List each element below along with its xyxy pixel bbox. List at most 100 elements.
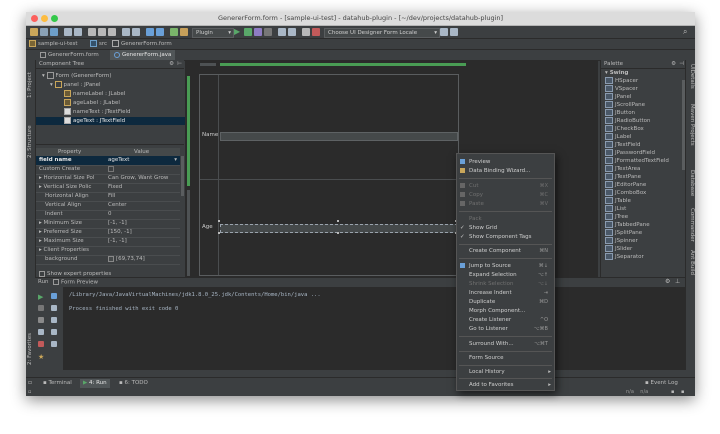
menu-item-data-binding-wizard[interactable]: Data Binding Wizard... [457, 167, 554, 175]
menu-item-copy[interactable]: Copy ⌘C [457, 191, 554, 199]
tab-terminal[interactable]: ▪ Terminal [40, 379, 75, 388]
menu-item-duplicate[interactable]: Duplicate ⌘D [457, 298, 554, 306]
tab-java[interactable]: GenererForm.java [110, 50, 176, 60]
tab-run[interactable]: ▶ 4: Run [80, 379, 110, 388]
paste-icon[interactable] [108, 28, 116, 36]
stop-icon[interactable] [38, 305, 44, 311]
form-panel[interactable]: Name Age [199, 74, 459, 276]
age-text-field[interactable] [220, 224, 458, 233]
menu-item-expand-selection[interactable]: Expand Selection ⌥↑ [457, 271, 554, 279]
palette-item[interactable]: VSpacer [605, 85, 638, 93]
row-marker[interactable] [187, 190, 190, 276]
structure-tool-tab[interactable]: 2: Structure [27, 125, 33, 158]
palette-item[interactable]: JScrollPane [605, 101, 645, 109]
palette-item[interactable]: JSplitPane [605, 229, 642, 237]
hide-panel-icon[interactable]: ⊢ [177, 60, 182, 68]
debug-icon[interactable] [244, 28, 252, 36]
pause-icon[interactable] [38, 317, 44, 323]
tab-todo[interactable]: ▪ 6: TODO [116, 379, 151, 388]
save-icon[interactable] [40, 28, 48, 36]
palette-item[interactable]: HSpacer [605, 77, 638, 85]
open-folder-icon[interactable] [30, 28, 38, 36]
name-text-field[interactable] [220, 132, 458, 141]
gear-icon[interactable]: ⚙ [671, 60, 676, 68]
palette-item[interactable]: JFormattedTextField [605, 157, 669, 165]
menu-item-add-to-favorites[interactable]: Add to Favorites ▸ [457, 381, 554, 389]
palette-item[interactable]: JSlider [605, 245, 632, 253]
resize-handle[interactable] [337, 232, 339, 234]
menu-item-cut[interactable]: Cut ⌘X [457, 182, 554, 190]
menu-item-paste[interactable]: Paste ⌘V [457, 200, 554, 208]
color-swatch[interactable] [108, 255, 114, 262]
redo-icon[interactable] [74, 28, 82, 36]
menu-item-pack[interactable]: Pack [457, 215, 554, 223]
palette-item[interactable]: JTree [605, 213, 628, 221]
module-icon[interactable] [180, 28, 188, 36]
breadcrumb-src[interactable]: src [90, 40, 107, 48]
help-icon[interactable] [440, 28, 448, 36]
resize-handle[interactable] [218, 232, 220, 234]
palette-item[interactable]: JRadioButton [605, 117, 651, 125]
settings-icon[interactable] [302, 28, 310, 36]
palette-item[interactable]: JTable [605, 197, 631, 205]
vcs-update-icon[interactable] [278, 28, 286, 36]
find-icon[interactable] [122, 28, 130, 36]
properties-scrollbar[interactable] [181, 156, 184, 196]
palette-item[interactable]: JPanel [605, 93, 631, 101]
tab-form[interactable]: GenererForm.form [36, 50, 103, 60]
menu-item-preview[interactable]: Preview [457, 158, 554, 166]
menu-item-go-to-listener[interactable]: Go to Listener ⌥⌘B [457, 325, 554, 333]
plugin-icon[interactable] [450, 28, 458, 36]
breadcrumb-file[interactable]: GenererForm.form [112, 40, 172, 48]
menu-item-create-component[interactable]: Create Component ⌘N [457, 247, 554, 255]
ant-build-tool-tab[interactable]: Ant Build [689, 250, 695, 275]
palette-item[interactable]: JSpinner [605, 237, 638, 245]
cut-icon[interactable] [88, 28, 96, 36]
resize-handle[interactable] [337, 220, 339, 222]
menu-item-show-grid[interactable]: ✓ Show Grid [457, 224, 554, 232]
menu-item-surround-with[interactable]: Surround With... ⌥⌘T [457, 340, 554, 348]
palette-item[interactable]: JList [605, 205, 626, 213]
replace-icon[interactable] [132, 28, 140, 36]
palette-item[interactable]: JEditorPane [605, 181, 646, 189]
pin-tab-icon[interactable]: ★ [38, 353, 44, 361]
commander-tool-tab[interactable]: Commander [689, 208, 695, 242]
chevron-down-icon[interactable]: ▾ [174, 156, 177, 165]
inspector-icon[interactable]: ▪ [681, 389, 684, 395]
palette-item[interactable]: JPasswordField [605, 149, 655, 157]
checkbox-icon[interactable] [39, 270, 45, 277]
soft-wrap-icon[interactable] [51, 305, 57, 311]
status-caret-position[interactable]: n/a n/a [626, 389, 648, 395]
gear-icon[interactable]: ⚙ [169, 60, 174, 68]
close-run-icon[interactable] [38, 341, 44, 347]
tree-node-form[interactable]: ▾ Form (GenererForm) [36, 72, 190, 80]
palette-item[interactable]: JTextField [605, 141, 640, 149]
database-tool-tab[interactable]: Database [689, 170, 695, 196]
age-label[interactable]: Age [202, 224, 213, 230]
forward-icon[interactable] [156, 28, 164, 36]
palette-item[interactable]: JCheckBox [605, 125, 644, 133]
vcs-commit-icon[interactable] [288, 28, 296, 36]
property-row[interactable]: background [69,73,74] [36, 255, 180, 265]
copy-icon[interactable] [98, 28, 106, 36]
column-marker[interactable] [200, 63, 216, 66]
restore-layout-icon[interactable] [51, 293, 57, 299]
hide-panel-icon[interactable]: ⊥ [675, 278, 680, 285]
stop-icon[interactable] [264, 28, 272, 36]
tree-node-panel[interactable]: ▾ panel : JPanel [36, 81, 198, 89]
palette-item[interactable]: JButton [605, 109, 635, 117]
resize-handle[interactable] [218, 220, 220, 222]
coverage-icon[interactable] [254, 28, 262, 36]
print-icon[interactable] [51, 329, 57, 335]
favorites-tool-tab[interactable]: 2: Favorites [27, 333, 33, 365]
hide-panel-icon[interactable]: ⊣ [679, 60, 684, 68]
breadcrumb-project[interactable]: sample-ui-test [29, 40, 78, 48]
menu-item-jump-to-source[interactable]: Jump to Source ⌘↓ [457, 262, 554, 270]
palette-item[interactable]: JTextArea [605, 165, 640, 173]
menu-item-create-listener[interactable]: Create Listener ^O [457, 316, 554, 324]
maven-projects-tool-tab[interactable]: Maven Projects [689, 104, 695, 146]
lock-icon[interactable]: ▪ [671, 389, 674, 395]
run-config-combo[interactable]: Plugin ▾ [192, 28, 234, 38]
palette-item[interactable]: JComboBox [605, 189, 646, 197]
build-icon[interactable] [170, 28, 178, 36]
